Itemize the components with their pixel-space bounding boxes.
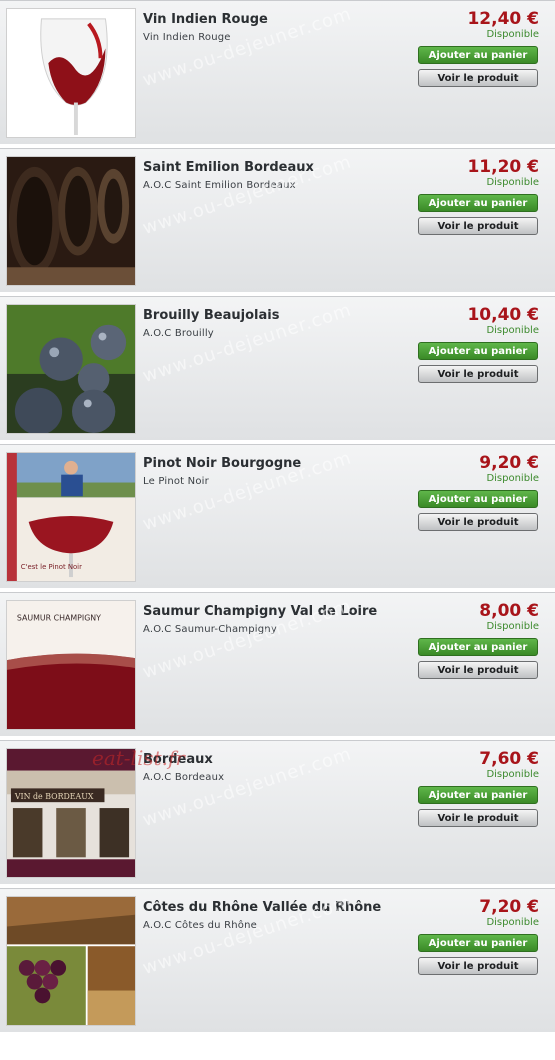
view-product-button[interactable]: Voir le produit xyxy=(418,217,538,235)
availability-status: Disponible xyxy=(486,177,539,188)
add-to-cart-button[interactable]: Ajouter au panier xyxy=(418,342,538,360)
product-subtitle: Le Pinot Noir xyxy=(143,476,209,487)
product-title[interactable]: Côtes du Rhône Vallée du Rhône xyxy=(143,900,381,915)
product-title[interactable]: Pinot Noir Bourgogne xyxy=(143,456,301,471)
product-subtitle: A.O.C Bordeaux xyxy=(143,772,225,783)
wine-bottles-cellar-image xyxy=(7,157,135,285)
product-title[interactable]: Bordeaux xyxy=(143,752,213,767)
product-card: Saint Emilion Bordeaux A.O.C Saint Emili… xyxy=(0,148,555,292)
product-title[interactable]: Vin Indien Rouge xyxy=(143,12,268,27)
product-price: 9,20 € xyxy=(479,453,539,473)
saumur-wine-glass-image: SAUMUR CHAMPIGNY xyxy=(7,601,135,729)
add-to-cart-button[interactable]: Ajouter au panier xyxy=(418,46,538,64)
bordeaux-storefront-image: VIN de BORDEAUX xyxy=(7,749,135,877)
product-price: 8,00 € xyxy=(479,601,539,621)
product-card: Côtes du Rhône Vallée du Rhône A.O.C Côt… xyxy=(0,888,555,1032)
view-product-button[interactable]: Voir le produit xyxy=(418,365,538,383)
availability-status: Disponible xyxy=(486,621,539,632)
product-subtitle: Vin Indien Rouge xyxy=(143,32,231,43)
product-title[interactable]: Saint Emilion Bordeaux xyxy=(143,160,314,175)
availability-status: Disponible xyxy=(486,325,539,336)
product-price: 12,40 € xyxy=(467,9,539,29)
product-card: Brouilly Beaujolais A.O.C Brouilly 10,40… xyxy=(0,296,555,440)
product-card: VIN de BORDEAUX Bordeaux A.O.C Bordeaux … xyxy=(0,740,555,884)
view-product-button[interactable]: Voir le produit xyxy=(418,809,538,827)
red-wine-glass-image xyxy=(7,9,135,137)
view-product-button[interactable]: Voir le produit xyxy=(418,513,538,531)
product-image[interactable]: C'est le Pinot Noir xyxy=(6,452,136,582)
product-title[interactable]: Brouilly Beaujolais xyxy=(143,308,279,323)
product-image[interactable] xyxy=(6,156,136,286)
product-subtitle: A.O.C Côtes du Rhône xyxy=(143,920,257,931)
product-image[interactable]: VIN de BORDEAUX xyxy=(6,748,136,878)
add-to-cart-button[interactable]: Ajouter au panier xyxy=(418,934,538,952)
product-price: 7,60 € xyxy=(479,749,539,769)
view-product-button[interactable]: Voir le produit xyxy=(418,69,538,87)
product-price: 11,20 € xyxy=(467,157,539,177)
product-subtitle: A.O.C Saumur-Champigny xyxy=(143,624,277,635)
product-price: 7,20 € xyxy=(479,897,539,917)
product-subtitle: A.O.C Saint Emilion Bordeaux xyxy=(143,180,296,191)
product-image[interactable]: SAUMUR CHAMPIGNY xyxy=(6,600,136,730)
product-card: SAUMUR CHAMPIGNY Saumur Champigny Val de… xyxy=(0,592,555,736)
view-product-button[interactable]: Voir le produit xyxy=(418,661,538,679)
availability-status: Disponible xyxy=(486,769,539,780)
product-image[interactable] xyxy=(6,304,136,434)
grapes-closeup-image xyxy=(7,305,135,433)
product-card: C'est le Pinot Noir Pinot Noir Bourgogne… xyxy=(0,444,555,588)
bordeaux-sign-text: VIN de BORDEAUX xyxy=(14,792,94,801)
bourgogne-poster-image: C'est le Pinot Noir xyxy=(7,453,135,581)
poster-text: C'est le Pinot Noir xyxy=(21,563,82,571)
vineyard-collage-image xyxy=(7,897,135,1025)
product-image[interactable] xyxy=(6,8,136,138)
product-price: 10,40 € xyxy=(467,305,539,325)
view-product-button[interactable]: Voir le produit xyxy=(418,957,538,975)
product-title[interactable]: Saumur Champigny Val de Loire xyxy=(143,604,377,619)
add-to-cart-button[interactable]: Ajouter au panier xyxy=(418,490,538,508)
saumur-label-text: SAUMUR CHAMPIGNY xyxy=(17,614,101,623)
product-image[interactable] xyxy=(6,896,136,1026)
availability-status: Disponible xyxy=(486,473,539,484)
product-card: Vin Indien Rouge Vin Indien Rouge 12,40 … xyxy=(0,0,555,144)
add-to-cart-button[interactable]: Ajouter au panier xyxy=(418,638,538,656)
availability-status: Disponible xyxy=(486,917,539,928)
availability-status: Disponible xyxy=(486,29,539,40)
add-to-cart-button[interactable]: Ajouter au panier xyxy=(418,786,538,804)
add-to-cart-button[interactable]: Ajouter au panier xyxy=(418,194,538,212)
product-subtitle: A.O.C Brouilly xyxy=(143,328,214,339)
product-list: Vin Indien Rouge Vin Indien Rouge 12,40 … xyxy=(0,0,555,1032)
